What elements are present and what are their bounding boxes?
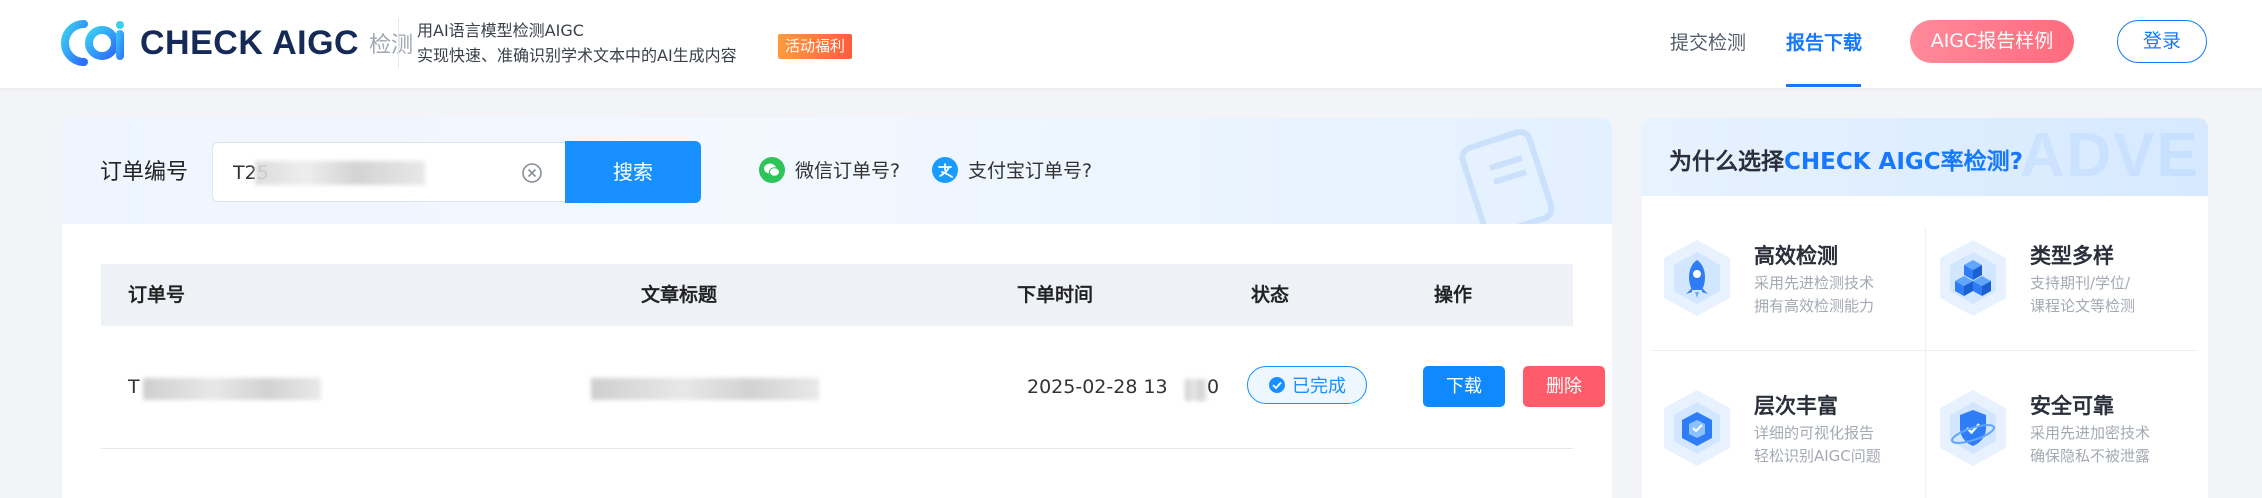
why-choose-card: ADVE 为什么选择CHECK AIGC率检测? 高效检测 采用先进检测技术 拥…	[1642, 118, 2208, 498]
feature-title: 安全可靠	[2030, 394, 2114, 418]
slogan-line-1: 用AI语言模型检测AIGC	[417, 21, 584, 40]
slogan-line-2: 实现快速、准确识别学术文本中的AI生成内容	[417, 46, 737, 65]
cubes-icon	[1940, 240, 2006, 316]
redacted-text	[255, 161, 425, 185]
shield-icon	[1940, 390, 2006, 466]
feature-description-line: 支持期刊/学位/	[2030, 274, 2131, 292]
delete-button[interactable]: 删除	[1523, 366, 1605, 407]
feature-title: 类型多样	[2030, 244, 2114, 268]
feature-description-line: 详细的可视化报告	[1754, 424, 1875, 442]
feature-safe-reliable: 安全可靠 采用先进加密技术 确保隐私不被泄露	[1918, 350, 2188, 498]
redacted-order-number	[143, 378, 321, 400]
site-logo[interactable]: CHECK AIGC 检测	[58, 20, 413, 66]
order-query-card: 订单编号 搜索 微信订单号? 支付宝订单号?	[62, 118, 1612, 498]
nav-submit-check[interactable]: 提交检测	[1670, 29, 1746, 61]
feature-multiple-types: 类型多样 支持期刊/学位/ 课程论文等检测	[1918, 200, 2188, 350]
feature-description-line: 确保隐私不被泄露	[2030, 447, 2151, 465]
feature-description-line: 轻松识别AIGC问题	[1754, 447, 1881, 465]
rocket-icon	[1664, 240, 1730, 316]
feature-description-line: 课程论文等检测	[2030, 297, 2136, 315]
nav-report-download[interactable]: 报告下载	[1786, 29, 1862, 61]
feature-description: 采用先进加密技术 确保隐私不被泄露	[2030, 422, 2180, 468]
slogan: 用AI语言模型检测AIGC 实现快速、准确识别学术文本中的AI生成内容	[417, 18, 737, 68]
redacted-time	[1185, 379, 1207, 401]
col-article-title: 文章标题	[641, 284, 718, 306]
logo-icon	[61, 20, 124, 66]
col-order-time: 下单时间	[1017, 284, 1094, 306]
layers-icon	[1664, 390, 1730, 466]
login-button[interactable]: 登录	[2117, 20, 2207, 63]
feature-description-line: 拥有高效检测能力	[1754, 297, 1875, 315]
alipay-icon	[932, 156, 958, 183]
feature-description: 采用先进检测技术 拥有高效检测能力	[1754, 272, 1904, 318]
status-badge: 已完成	[1247, 366, 1367, 404]
decorative-doc-icon	[1459, 128, 1555, 224]
aigc-report-sample-button[interactable]: AIGC报告样例	[1910, 20, 2074, 63]
download-button[interactable]: 下载	[1423, 366, 1505, 407]
feature-description-line: 采用先进检测技术	[1754, 274, 1875, 292]
order-time-cell: 2025-02-28 13	[1027, 376, 1168, 398]
why-choose-title-highlight: CHECK AIGC率检测?	[1784, 149, 2024, 175]
status-text: 已完成	[1292, 376, 1346, 397]
col-order-number: 订单号	[128, 284, 186, 306]
order-time-tail: 0	[1207, 376, 1220, 398]
feature-title: 高效检测	[1754, 244, 1838, 268]
redacted-article-title	[591, 378, 819, 400]
alipay-order-help-text: 支付宝订单号?	[968, 160, 1093, 182]
order-number-cell: T	[128, 376, 140, 398]
wechat-order-help-link[interactable]: 微信订单号?	[759, 156, 900, 183]
feature-rich-levels: 层次丰富 详细的可视化报告 轻松识别AIGC问题	[1642, 350, 1912, 498]
search-bar: 订单编号 搜索 微信订单号? 支付宝订单号?	[62, 118, 1612, 224]
check-circle-icon	[1269, 377, 1285, 393]
col-status: 状态	[1251, 284, 1290, 306]
order-number-label: 订单编号	[100, 160, 189, 185]
decorative-watermark: ADVE	[2019, 121, 2200, 190]
header-divider	[398, 18, 399, 68]
top-header: CHECK AIGC 检测 用AI语言模型检测AIGC 实现快速、准确识别学术文…	[0, 0, 2262, 88]
wechat-order-help-text: 微信订单号?	[795, 160, 901, 182]
nav-active-indicator	[1786, 84, 1861, 87]
why-choose-title-prefix: 为什么选择	[1669, 149, 1784, 175]
why-choose-title: 为什么选择CHECK AIGC率检测?	[1669, 142, 2023, 176]
promo-badge[interactable]: 活动福利	[778, 34, 853, 59]
feature-description: 支持期刊/学位/ 课程论文等检测	[2030, 272, 2180, 318]
feature-description-line: 采用先进加密技术	[2030, 424, 2151, 442]
clear-icon[interactable]	[520, 161, 544, 185]
logo-subtitle: 检测	[369, 33, 414, 58]
order-table-header: 订单号 文章标题 下单时间 状态 操作	[101, 264, 1573, 326]
order-search-box[interactable]	[212, 142, 567, 202]
feature-description: 详细的可视化报告 轻松识别AIGC问题	[1754, 422, 1904, 468]
wechat-icon	[759, 156, 785, 183]
why-choose-header: ADVE 为什么选择CHECK AIGC率检测?	[1642, 118, 2208, 196]
col-action: 操作	[1434, 284, 1473, 306]
feature-title: 层次丰富	[1754, 394, 1838, 418]
logo-text: CHECK AIGC	[140, 23, 360, 62]
alipay-order-help-link[interactable]: 支付宝订单号?	[932, 156, 1092, 183]
search-button[interactable]: 搜索	[565, 141, 701, 203]
feature-efficient-detection: 高效检测 采用先进检测技术 拥有高效检测能力	[1642, 200, 1912, 350]
table-row: T 2025-02-28 13 0 已完成 下载 删除	[101, 326, 1605, 449]
